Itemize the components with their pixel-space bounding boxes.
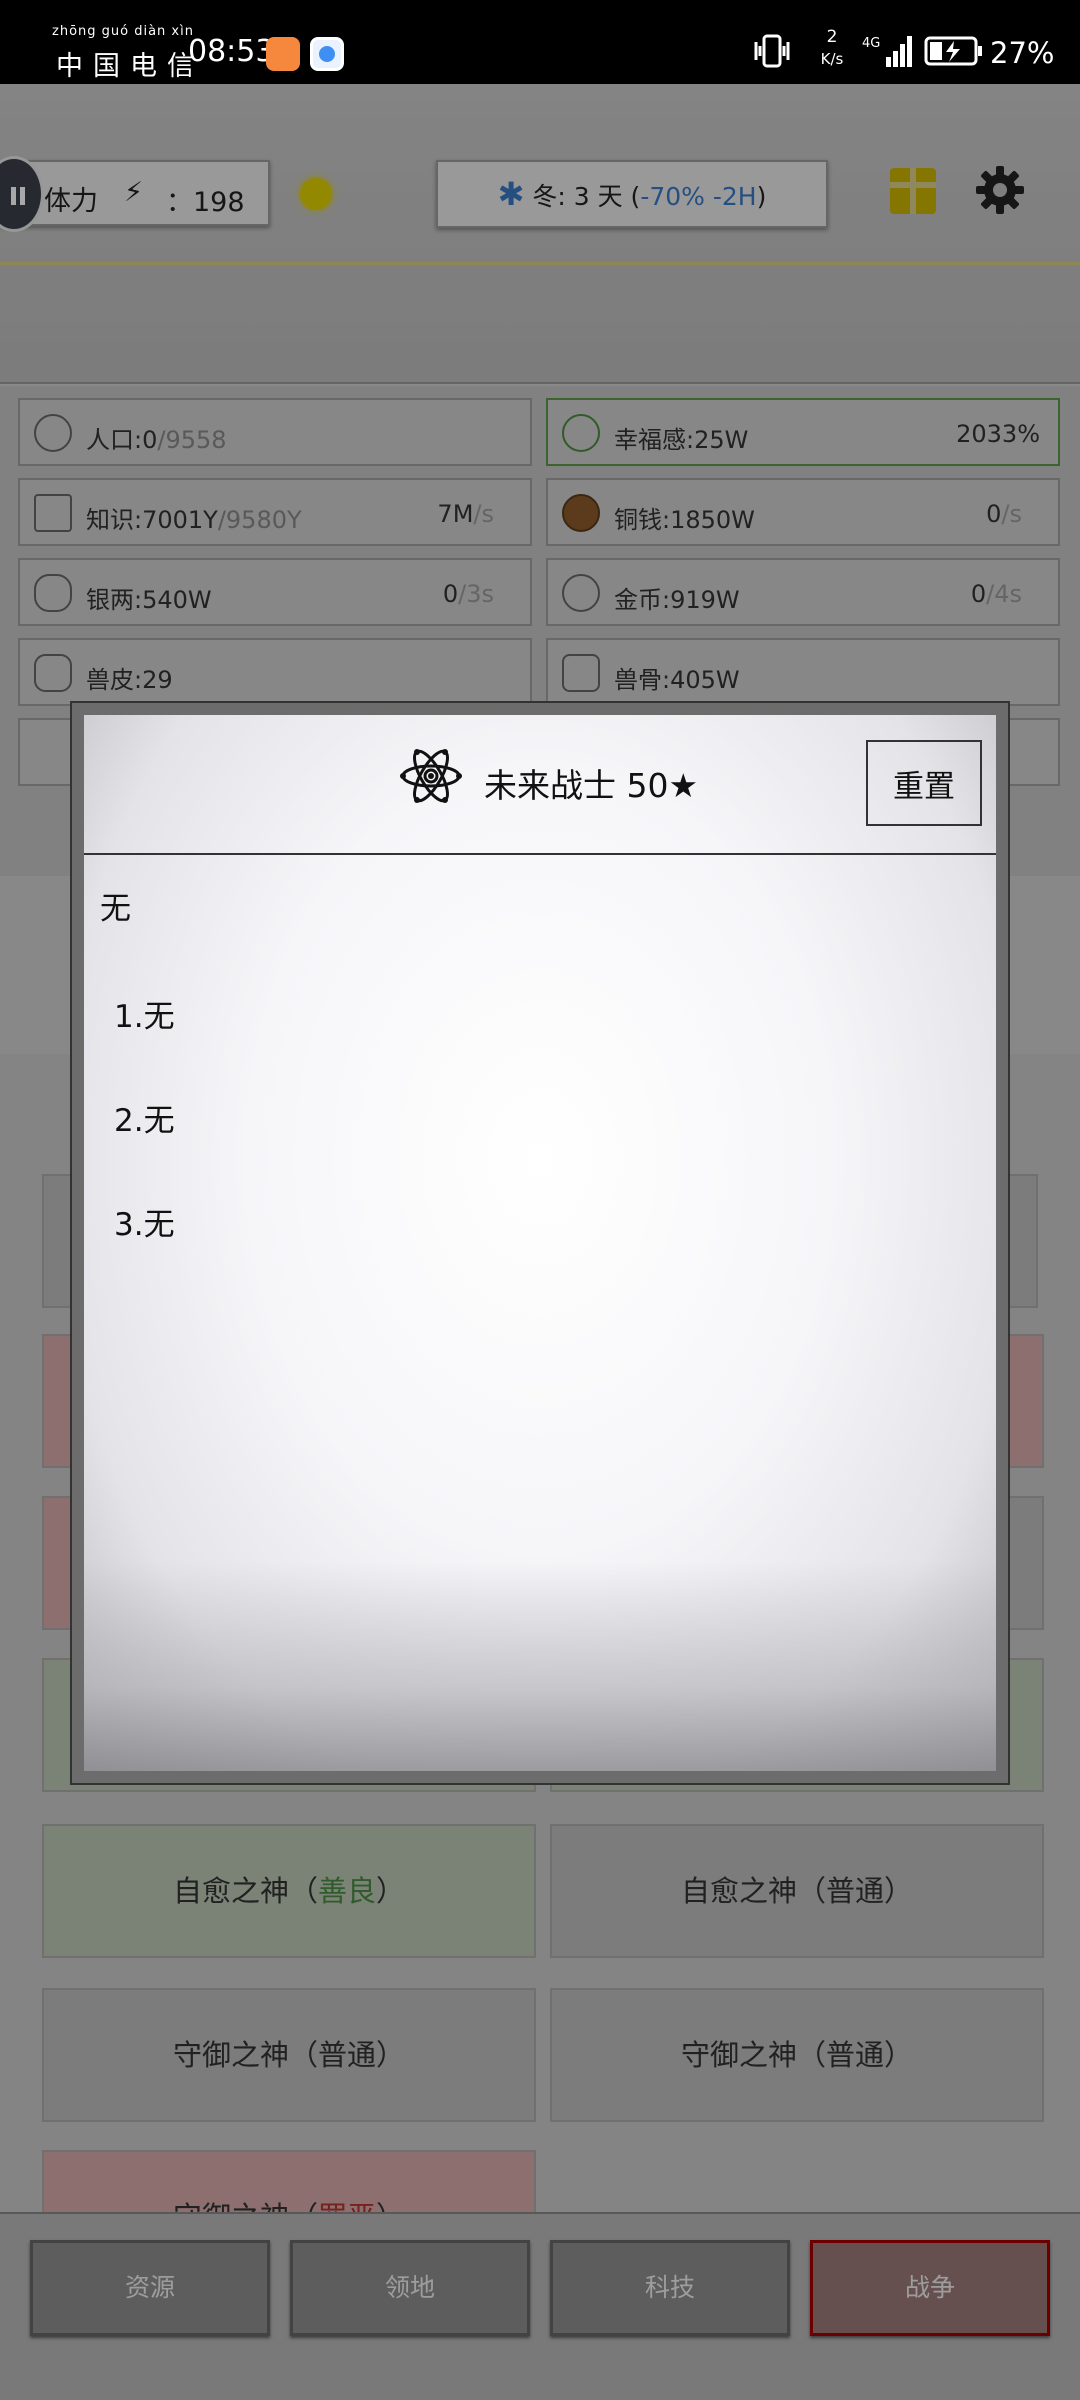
notification-app-icon xyxy=(266,37,300,71)
dialog-heading: 无 xyxy=(100,891,131,927)
dialog-item: 1.无 xyxy=(114,999,175,1035)
net-speed-value: 2 xyxy=(826,27,838,47)
dialog-item: 3.无 xyxy=(114,1207,175,1243)
net-speed-unit: K/s xyxy=(820,50,844,68)
dialog-item: 2.无 xyxy=(114,1103,175,1139)
battery-icon xyxy=(924,36,982,66)
dialog-header: 未来战士 50★ 重置 xyxy=(84,715,996,855)
clock: 08:53 xyxy=(188,34,275,69)
carrier: zhōng guó diàn xìn 中国电信 xyxy=(52,24,194,82)
reset-button[interactable]: 重置 xyxy=(866,740,982,826)
status-bar: zhōng guó diàn xìn 中国电信 08:53 2 K/s 4G 2… xyxy=(0,0,1080,84)
network-type: 4G xyxy=(862,36,880,51)
net-speed: 2 K/s xyxy=(812,26,852,70)
atom-icon xyxy=(400,749,462,803)
warrior-dialog: 未来战士 50★ 重置 无 1.无 2.无 3.无 xyxy=(72,703,1008,1783)
carrier-pinyin: zhōng guó diàn xìn xyxy=(52,24,194,39)
signal-icon: 4G xyxy=(862,36,912,67)
dialog-title: 未来战士 50★ xyxy=(484,766,699,805)
carrier-name: 中国电信 xyxy=(56,51,204,82)
vibrate-icon xyxy=(754,34,790,68)
notification-browser-icon xyxy=(310,37,344,71)
battery-percent: 27% xyxy=(990,36,1055,70)
